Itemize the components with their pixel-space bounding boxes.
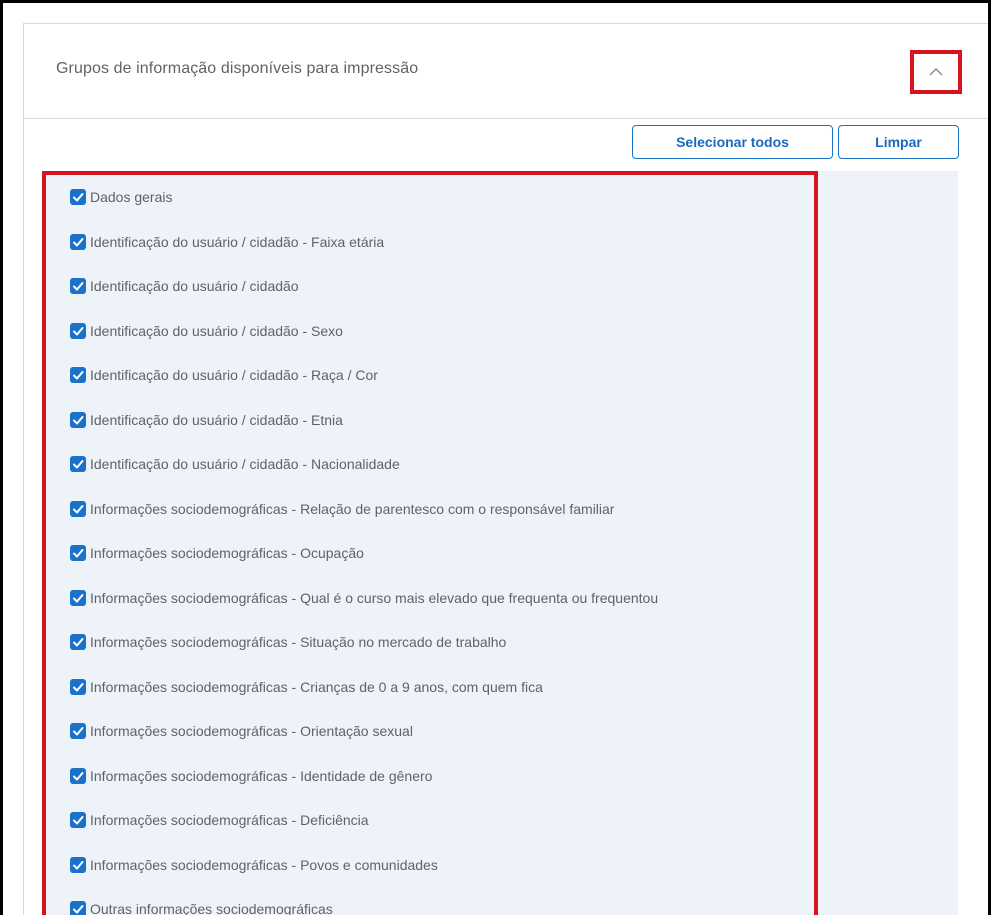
checkbox-item[interactable]: Outras informações sociodemográficas (70, 898, 333, 915)
checkbox-item[interactable]: Informações sociodemográficas - Identida… (70, 765, 432, 787)
checkbox-item-label: Identificação do usuário / cidadão - Raç… (90, 367, 378, 383)
checkbox-item-label: Dados gerais (90, 189, 173, 205)
checkbox-item[interactable]: Identificação do usuário / cidadão - Nac… (70, 453, 400, 475)
checkbox-item-label: Informações sociodemográficas - Qual é o… (90, 589, 659, 606)
checkbox-item[interactable]: Identificação do usuário / cidadão - Raç… (70, 364, 378, 386)
checkbox-item-label: Identificação do usuário / cidadão - Sex… (90, 322, 343, 339)
checkbox-checked-icon[interactable] (70, 233, 86, 250)
checkbox-item-label: Informações sociodemográficas - Relação … (90, 500, 615, 517)
checkbox-item-label: Informações sociodemográficas - Situação… (90, 634, 507, 650)
panel-title: Grupos de informação disponíveis para im… (56, 60, 419, 77)
checkbox-item[interactable]: Informações sociodemográficas - Povos e … (70, 854, 438, 876)
checkbox-item[interactable]: Identificação do usuário / cidadão - Fai… (70, 231, 384, 253)
checkbox-item[interactable]: Dados gerais (70, 186, 173, 208)
checkbox-item-label: Identificação do usuário / cidadão - Etn… (90, 411, 343, 428)
checkbox-item-label: Informações sociodemográficas - Deficiên… (90, 812, 369, 828)
chevron-up-icon (929, 67, 943, 76)
checkbox-item[interactable]: Informações sociodemográficas - Situação… (70, 631, 506, 653)
checkbox-item-label: Outras informações sociodemográficas (90, 901, 333, 915)
clear-button[interactable]: Limpar (838, 125, 959, 159)
checkbox-checked-icon[interactable] (70, 367, 86, 383)
checkbox-checked-icon[interactable] (70, 189, 86, 205)
checkbox-item-label: Informações sociodemográficas - Identida… (90, 767, 433, 784)
checkbox-item-label: Identificação do usuário / cidadão - Nac… (90, 456, 400, 472)
checkbox-item-label: Informações sociodemográficas - Ocupação (90, 545, 364, 561)
checkbox-item[interactable]: Informações sociodemográficas - Orientaç… (70, 720, 413, 742)
select-all-button[interactable]: Selecionar todos (632, 125, 833, 159)
checkbox-checked-icon[interactable] (70, 411, 86, 428)
checkbox-item[interactable]: Informações sociodemográficas - Deficiên… (70, 809, 369, 831)
checkbox-checked-icon[interactable] (70, 901, 86, 915)
checkbox-item-label: Identificação do usuário / cidadão (90, 278, 299, 294)
panel-header: Grupos de informação disponíveis para im… (24, 24, 988, 119)
checkbox-item[interactable]: Informações sociodemográficas - Relação … (70, 498, 614, 520)
checkbox-checked-icon[interactable] (70, 322, 86, 339)
panel-body: Selecionar todos Limpar Dados gerais Iden… (24, 119, 988, 915)
checkbox-checked-icon[interactable] (70, 856, 86, 873)
checkbox-item-label: Informações sociodemográficas - Crianças… (90, 678, 543, 695)
checkbox-item[interactable]: Informações sociodemográficas - Qual é o… (70, 587, 658, 609)
checkbox-checked-icon[interactable] (70, 456, 86, 472)
checkbox-item[interactable]: Informações sociodemográficas - Ocupação (70, 542, 364, 564)
checkbox-checked-icon[interactable] (70, 589, 86, 606)
checkbox-checked-icon[interactable] (70, 723, 86, 739)
collapse-toggle-button[interactable] (910, 50, 962, 94)
checkbox-checked-icon[interactable] (70, 812, 86, 828)
checkbox-item-label: Identificação do usuário / cidadão - Fai… (90, 233, 385, 250)
checkbox-checked-icon[interactable] (70, 678, 86, 695)
print-groups-panel: Grupos de informação disponíveis para im… (23, 23, 988, 915)
checkbox-checked-icon[interactable] (70, 278, 86, 294)
checkbox-checked-icon[interactable] (70, 767, 86, 784)
checkbox-checked-icon[interactable] (70, 634, 86, 650)
checkbox-item[interactable]: Identificação do usuário / cidadão - Sex… (70, 320, 343, 342)
checkbox-item[interactable]: Informações sociodemográficas - Crianças… (70, 676, 543, 698)
checkbox-checked-icon[interactable] (70, 500, 86, 517)
checkbox-item[interactable]: Identificação do usuário / cidadão - Etn… (70, 409, 343, 431)
checkbox-item-label: Informações sociodemográficas - Povos e … (90, 856, 438, 873)
checkbox-item-label: Informações sociodemográficas - Orientaç… (90, 723, 413, 739)
screenshot-frame: Grupos de informação disponíveis para im… (0, 0, 991, 915)
checkbox-item[interactable]: Identificação do usuário / cidadão (70, 275, 299, 297)
checkbox-checked-icon[interactable] (70, 545, 86, 561)
